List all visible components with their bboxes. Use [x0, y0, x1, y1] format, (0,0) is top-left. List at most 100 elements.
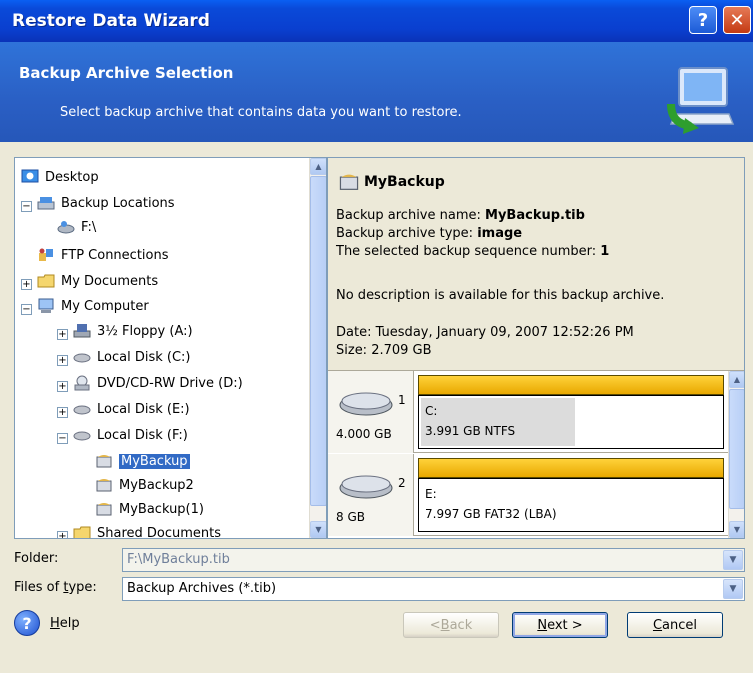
tree-item-disk-f[interactable]: Local Disk (F:): [73, 424, 188, 446]
title-close-button[interactable]: ✕: [723, 6, 751, 34]
title-bar: Restore Data Wizard ? ✕: [0, 0, 753, 42]
tree-item-my-documents[interactable]: My Documents: [37, 270, 158, 292]
archive-name-value: MyBackup.tib: [485, 208, 585, 223]
tree-label: DVD/CD-RW Drive (D:): [97, 375, 243, 391]
next-accel: N: [537, 617, 548, 633]
tree-item-disk-c[interactable]: Local Disk (C:): [73, 346, 190, 368]
scroll-thumb[interactable]: [310, 176, 326, 506]
file-type-combo[interactable]: Backup Archives (*.tib) ▼: [122, 577, 745, 601]
tree-label: Local Disk (F:): [97, 427, 188, 443]
desktop-icon: [21, 169, 39, 183]
backup-drive-icon: [57, 221, 75, 234]
scroll-thumb[interactable]: [729, 389, 744, 509]
scroll-up-button[interactable]: ▲: [310, 158, 326, 175]
back-label: ack: [449, 617, 473, 633]
archive-info-panel: MyBackup Backup archive name: MyBackup.t…: [327, 157, 745, 539]
tree-label: Backup Locations: [61, 195, 175, 211]
partition-letter: C:: [425, 404, 438, 418]
partition-bar: [418, 375, 724, 395]
help-accel: H: [50, 615, 60, 631]
tree-item-mybackup2[interactable]: MyBackup2: [95, 474, 194, 496]
cancel-button[interactable]: Cancel: [627, 612, 723, 638]
archive-icon: [96, 503, 112, 516]
title-help-button[interactable]: ?: [689, 6, 717, 34]
tree-item-mybackup[interactable]: MyBackup: [95, 450, 190, 472]
help-icon: ?: [14, 610, 40, 636]
folder-label: Folder:: [14, 551, 59, 566]
expander-floppy[interactable]: +: [57, 329, 68, 340]
partition-box[interactable]: E: 7.997 GB FAT32 (LBA): [418, 478, 724, 532]
help-link[interactable]: ? Help: [14, 610, 80, 636]
disk-number: 2: [398, 476, 406, 490]
cancel-accel: C: [652, 617, 663, 633]
file-type-label: Files of type:: [14, 580, 97, 595]
disk-scrollbar[interactable]: ▲ ▼: [728, 371, 744, 538]
file-type-label-text: Files of: [14, 580, 64, 595]
tree-item-f-drive[interactable]: F:\: [57, 216, 96, 238]
tree-item-desktop[interactable]: Desktop: [21, 166, 99, 188]
tree-label: My Computer: [61, 298, 149, 314]
tree-item-ftp[interactable]: FTP Connections: [37, 244, 169, 266]
folder-icon: [73, 526, 91, 538]
folder-icon: [37, 274, 55, 288]
tree-item-floppy[interactable]: 3½ Floppy (A:): [73, 320, 193, 342]
tree-item-mybackup-1[interactable]: MyBackup(1): [95, 498, 204, 520]
expander-my-documents[interactable]: +: [21, 279, 32, 290]
next-button[interactable]: Next >: [512, 612, 608, 638]
partition-area[interactable]: C: 3.991 GB NTFS: [416, 371, 728, 453]
floppy-icon: [73, 324, 91, 338]
expander-disk-c[interactable]: +: [57, 355, 68, 366]
expander-disk-e[interactable]: +: [57, 407, 68, 418]
disk-icon: [73, 405, 91, 415]
tree-item-my-computer[interactable]: My Computer: [37, 295, 149, 317]
disk-partition-list[interactable]: 1 4.000 GB C: 3.991 GB NTFS 2 8 GB E: 7.…: [328, 370, 744, 538]
folder-dropdown-button[interactable]: ▼: [723, 550, 743, 570]
expander-disk-f[interactable]: −: [57, 433, 68, 444]
archive-icon: [339, 174, 359, 190]
tree-item-dvd[interactable]: DVD/CD-RW Drive (D:): [73, 372, 243, 394]
scroll-up-button[interactable]: ▲: [729, 371, 744, 388]
scroll-down-button[interactable]: ▼: [310, 521, 326, 538]
tree-scrollbar[interactable]: ▲ ▼: [309, 158, 326, 538]
folder-tree[interactable]: Desktop − Backup Locations F:\ FTP Conne…: [14, 157, 327, 539]
partition-box[interactable]: C: 3.991 GB NTFS: [418, 395, 724, 449]
back-accel: B: [440, 617, 450, 633]
disk-row[interactable]: 1 4.000 GB C: 3.991 GB NTFS: [328, 371, 728, 453]
back-label: <: [429, 617, 441, 633]
folder-combo[interactable]: F:\MyBackup.tib ▼: [122, 548, 745, 572]
archive-description: No description is available for this bac…: [336, 288, 665, 303]
archive-icon: [96, 455, 112, 468]
archive-size: Size: 2.709 GB: [336, 343, 432, 358]
tree-label: MyBackup: [119, 453, 190, 469]
tree-item-disk-e[interactable]: Local Disk (E:): [73, 398, 190, 420]
expander-backup-locations[interactable]: −: [21, 201, 32, 212]
expander-my-computer[interactable]: −: [21, 304, 32, 315]
tree-item-backup-locations[interactable]: Backup Locations: [37, 192, 175, 214]
expander-shared-docs[interactable]: +: [57, 531, 68, 538]
partition-area[interactable]: E: 7.997 GB FAT32 (LBA): [416, 454, 728, 536]
expander-dvd[interactable]: +: [57, 381, 68, 392]
archive-name-line: Backup archive name: MyBackup.tib: [336, 208, 585, 223]
backup-locations-icon: [37, 197, 55, 210]
computer-icon: [38, 298, 54, 313]
archive-type-value: image: [477, 226, 523, 241]
disk-icon: [73, 353, 91, 363]
tree-label: 3½ Floppy (A:): [97, 323, 193, 339]
hard-disk-icon: [339, 475, 393, 499]
file-type-dropdown-button[interactable]: ▼: [723, 579, 743, 599]
archive-date: Date: Tuesday, January 09, 2007 12:52:26…: [336, 325, 634, 340]
archive-name-label: Backup archive name:: [336, 208, 486, 223]
disk-info: 2 8 GB: [328, 454, 414, 536]
archive-title: MyBackup: [364, 174, 445, 190]
ftp-icon: [39, 248, 53, 261]
scroll-down-button[interactable]: ▼: [729, 521, 744, 538]
tree-item-shared-documents[interactable]: Shared Documents: [73, 522, 221, 538]
back-button[interactable]: < Back: [403, 612, 499, 638]
sequence-value: 1: [600, 244, 610, 259]
header-title: Backup Archive Selection: [19, 64, 234, 82]
restore-wizard-window: Restore Data Wizard ? ✕ Backup Archive S…: [0, 0, 753, 673]
help-label: elp: [59, 615, 80, 631]
disk-row[interactable]: 2 8 GB E: 7.997 GB FAT32 (LBA): [328, 454, 728, 536]
tree-label: MyBackup(1): [119, 501, 204, 517]
archive-icon: [96, 479, 112, 492]
